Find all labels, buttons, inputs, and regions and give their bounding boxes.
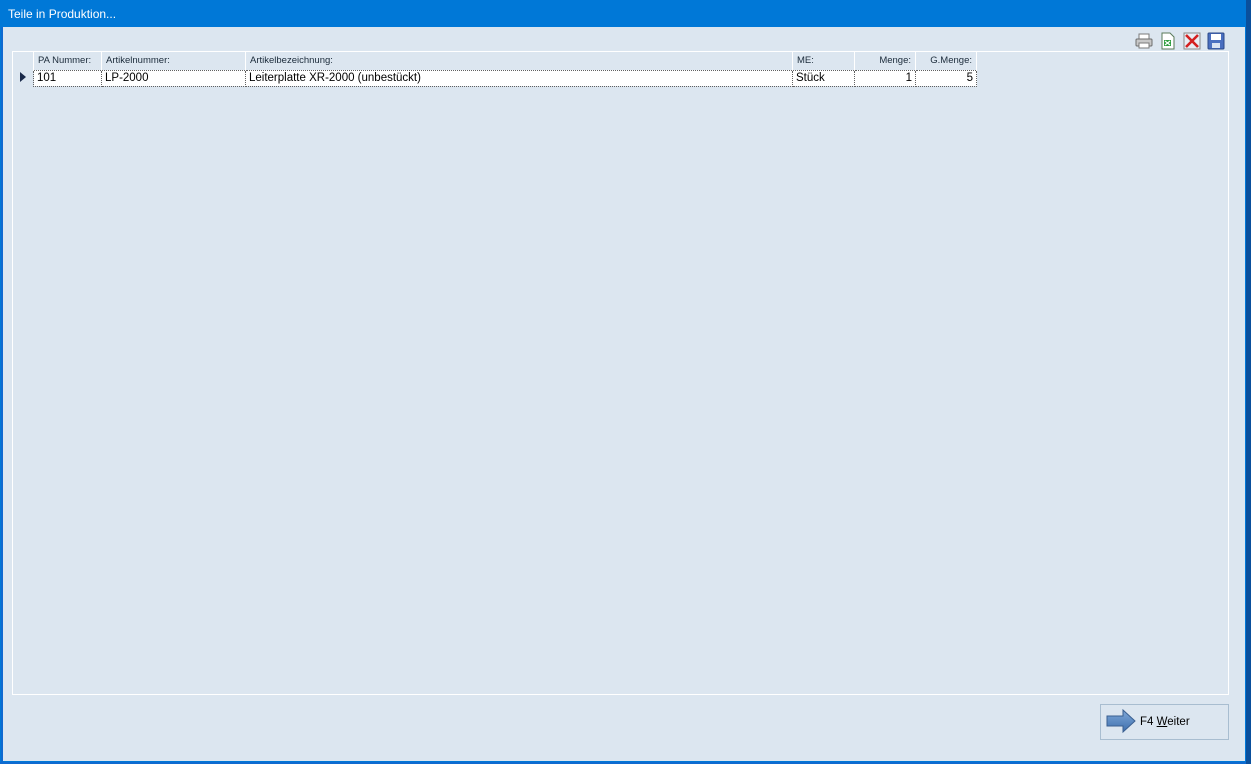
cell-g-menge[interactable]: 5 bbox=[915, 69, 977, 87]
current-row-indicator-icon[interactable] bbox=[13, 70, 34, 86]
cell-pa-nummer[interactable]: 101 bbox=[33, 69, 102, 87]
column-header-g-menge[interactable]: G.Menge: bbox=[915, 52, 977, 70]
column-header-me[interactable]: ME: bbox=[792, 52, 855, 70]
table-row[interactable]: 101 LP-2000 Leiterplatte XR-2000 (unbest… bbox=[13, 69, 977, 87]
dialog-window: Teile in Produktion... PA Nummer: Artike… bbox=[0, 0, 1246, 763]
column-header-menge[interactable]: Menge: bbox=[854, 52, 916, 70]
column-header-artikelbezeichnung[interactable]: Artikelbezeichnung: bbox=[245, 52, 793, 70]
parts-table: PA Nummer: Artikelnummer: Artikelbezeich… bbox=[13, 52, 977, 87]
grid-panel bbox=[12, 51, 1229, 695]
row-header-corner bbox=[13, 52, 34, 70]
printer-icon[interactable] bbox=[1134, 31, 1154, 51]
cell-menge[interactable]: 1 bbox=[854, 69, 916, 87]
next-button[interactable]: F4 Weiter bbox=[1100, 704, 1229, 740]
save-icon[interactable] bbox=[1206, 31, 1226, 51]
arrow-right-icon bbox=[1106, 708, 1136, 736]
next-button-label: F4 Weiter bbox=[1140, 716, 1190, 728]
export-excel-icon[interactable] bbox=[1158, 31, 1178, 51]
window-border bbox=[1, 27, 3, 763]
delete-icon[interactable] bbox=[1182, 31, 1202, 51]
window-title: Teile in Produktion... bbox=[1, 1, 1245, 27]
cell-me[interactable]: Stück bbox=[792, 69, 855, 87]
background-window-edge bbox=[1246, 0, 1251, 764]
toolbar bbox=[1134, 31, 1226, 53]
table-header-row: PA Nummer: Artikelnummer: Artikelbezeich… bbox=[13, 52, 977, 70]
column-header-artikelnummer[interactable]: Artikelnummer: bbox=[101, 52, 246, 70]
cell-artikelnummer[interactable]: LP-2000 bbox=[101, 69, 246, 87]
column-header-pa-nummer[interactable]: PA Nummer: bbox=[33, 52, 102, 70]
cell-artikelbezeichnung[interactable]: Leiterplatte XR-2000 (unbestückt) bbox=[245, 69, 793, 87]
